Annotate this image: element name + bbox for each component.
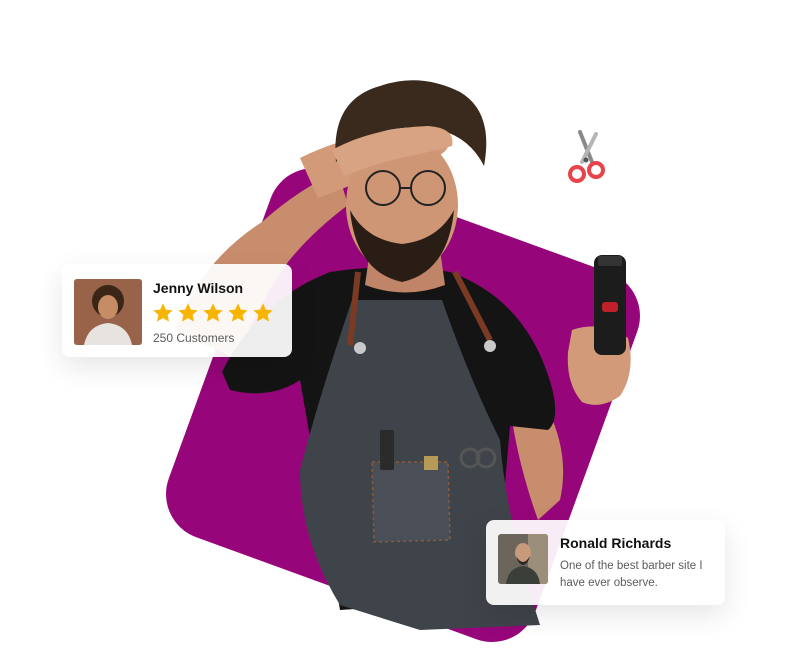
reviewer-name: Jenny Wilson: [153, 280, 244, 296]
avatar: [74, 279, 142, 345]
hero-section: Jenny Wilson 250 Customers Ronald Richar…: [0, 0, 792, 672]
review-card-jenny-wilson: Jenny Wilson 250 Customers: [62, 264, 292, 357]
review-text: One of the best barber site I have ever …: [560, 560, 703, 589]
star-icon: [153, 303, 173, 322]
scissor-handle-right: [587, 161, 605, 179]
star-icon: [178, 303, 198, 322]
review-card-ronald-richards: Ronald Richards One of the best barber s…: [486, 520, 725, 605]
star-rating: [152, 302, 274, 324]
star-icon: [253, 303, 273, 322]
avatar: [498, 534, 548, 584]
customer-count: 250 Customers: [153, 331, 235, 345]
scissor-handle-left: [568, 165, 586, 183]
star-icon: [203, 303, 223, 322]
scissors-icon: [568, 130, 605, 183]
star-icon: [228, 303, 248, 322]
reviewer-name: Ronald Richards: [560, 535, 672, 551]
